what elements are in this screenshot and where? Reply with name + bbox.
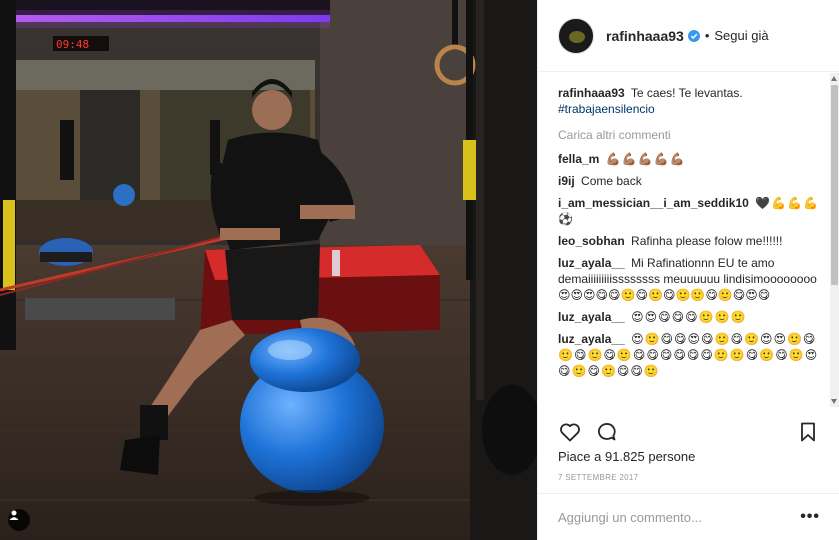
comment-text: Rafinha please folow me!!!!!! (631, 234, 783, 248)
post-date: 7 SETTEMBRE 2017 (558, 473, 639, 482)
gym-scene: 09:48 (0, 0, 537, 540)
comment-text: Come back (581, 174, 642, 188)
load-more-comments-link[interactable]: Carica altri commenti (558, 127, 822, 143)
comment-item: luz_ayala__ 😍🙂😋😋😍😋🙂😋🙂😍😍🙂😋🙂😋🙂😋🙂😋😋😋😋😋😋🙂🙂😋🙂… (558, 331, 822, 379)
comment-item: leo_sobhan Rafinha please folow me!!!!!! (558, 233, 822, 249)
comment-composer: ••• (538, 493, 839, 540)
caption-hashtag[interactable]: #trabajaensilencio (558, 102, 655, 116)
bookmark-icon[interactable] (796, 420, 820, 444)
header-separator: • (704, 28, 710, 43)
comment-item: luz_ayala__ 😍😍😋😋😋🙂🙂🙂 (558, 309, 822, 325)
comment-text: 😍😍😋😋😋🙂🙂🙂 (631, 310, 747, 324)
comment-username[interactable]: luz_ayala__ (558, 256, 625, 270)
comment-bubble-icon[interactable] (594, 420, 618, 444)
caption-hashtag-line: #trabajaensilencio (558, 101, 822, 117)
user-tag-icon[interactable] (8, 509, 30, 531)
comment-item: fella_m 💪🏽💪🏽💪🏽💪🏽💪🏽 (558, 151, 822, 167)
comment-username[interactable]: fella_m (558, 152, 599, 166)
verified-badge-icon (687, 29, 700, 42)
caption: rafinhaaa93 Te caes! Te levantas. (558, 85, 822, 101)
follow-status-button[interactable]: Segui già (714, 28, 768, 43)
more-options-icon[interactable]: ••• (800, 508, 820, 526)
caption-username[interactable]: rafinhaaa93 (558, 86, 625, 100)
caption-text: Te caes! Te levantas. (630, 86, 743, 100)
comment-username[interactable]: i9ij (558, 174, 575, 188)
avatar[interactable] (558, 17, 594, 54)
scroll-down-arrow-icon[interactable] (831, 399, 837, 404)
comment-username[interactable]: luz_ayala__ (558, 310, 625, 324)
comment-text: 💪🏽💪🏽💪🏽💪🏽💪🏽 (605, 152, 686, 166)
likes-count[interactable]: Piace a 91.825 persone (558, 449, 695, 464)
comment-username[interactable]: leo_sobhan (558, 234, 625, 248)
side-panel: rafinhaaa93 • Segui già rafinhaaa93 Te c… (537, 0, 839, 540)
header-username[interactable]: rafinhaaa93 (606, 28, 684, 44)
comments-list[interactable]: rafinhaaa93 Te caes! Te levantas. #traba… (538, 73, 838, 407)
action-bar (558, 420, 826, 444)
comment-item: luz_ayala__ Mi Rafinationnn EU te amo de… (558, 255, 822, 303)
comment-username[interactable]: luz_ayala__ (558, 332, 625, 346)
comment-input[interactable] (558, 509, 801, 525)
post-photo[interactable]: 09:48 (0, 0, 537, 540)
scrollbar-thumb[interactable] (831, 85, 838, 285)
scroll-up-arrow-icon[interactable] (831, 76, 837, 81)
comments-scrollbar[interactable] (830, 73, 839, 407)
post-header: rafinhaaa93 • Segui già (538, 0, 839, 72)
heart-icon[interactable] (558, 420, 582, 444)
gym-timer: 09:48 (56, 38, 89, 51)
instagram-post: 09:48 rafinhaaa93 • Segui già rafinhaaa9… (0, 0, 839, 540)
comment-item: i9ij Come back (558, 173, 822, 189)
comment-item: i_am_messician__i_am_seddik10 🖤💪💪💪⚽ (558, 195, 822, 227)
comment-username[interactable]: i_am_messician__i_am_seddik10 (558, 196, 749, 210)
